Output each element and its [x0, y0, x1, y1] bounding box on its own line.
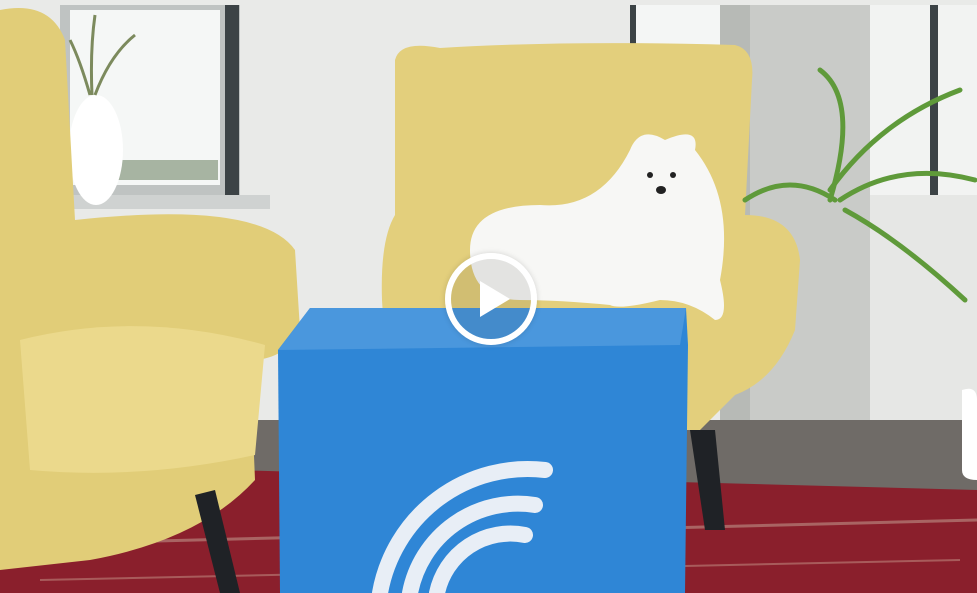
play-button[interactable]	[445, 253, 537, 345]
play-icon	[480, 281, 510, 317]
plant-pot-left	[69, 95, 123, 205]
video-player[interactable]	[0, 0, 977, 593]
cube	[278, 308, 688, 593]
